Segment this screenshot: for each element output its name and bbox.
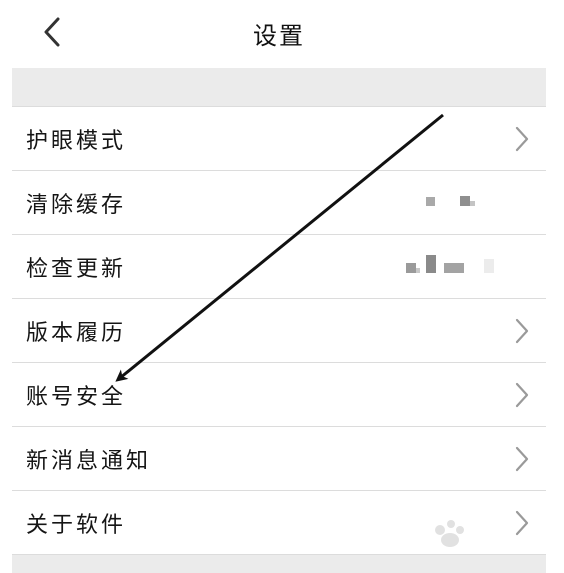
settings-item-new-message-notification[interactable]: 新消息通知 xyxy=(12,427,546,491)
settings-item-check-update[interactable]: 检查更新 xyxy=(12,235,546,299)
settings-item-label: 账号安全 xyxy=(26,385,127,410)
baidu-watermark-logo xyxy=(435,520,464,547)
settings-item-label: 护眼模式 xyxy=(26,129,127,154)
settings-item-clear-cache[interactable]: 清除缓存 xyxy=(12,171,546,235)
settings-screen: 设置 护眼模式 清除缓存 检查更新 版本履历 账号安全 新消息通知 关于软件 xyxy=(0,0,564,573)
chevron-right-icon xyxy=(515,446,529,472)
chevron-right-icon xyxy=(515,382,529,408)
obscured-cache-size xyxy=(426,196,475,206)
settings-item-label: 版本履历 xyxy=(26,321,127,346)
settings-item-label: 检查更新 xyxy=(26,257,127,282)
obscured-version-value xyxy=(406,255,494,273)
screen-margin-right xyxy=(546,0,564,573)
screen-margin-left xyxy=(0,0,12,573)
chevron-right-icon xyxy=(515,318,529,344)
settings-item-label: 新消息通知 xyxy=(26,449,152,474)
section-spacer xyxy=(12,68,546,107)
settings-item-version-history[interactable]: 版本履历 xyxy=(12,299,546,363)
page-title: 设置 xyxy=(253,22,305,50)
settings-item-account-security[interactable]: 账号安全 xyxy=(12,363,546,427)
settings-item-label: 关于软件 xyxy=(26,513,127,538)
chevron-right-icon xyxy=(515,126,529,152)
settings-list: 护眼模式 清除缓存 检查更新 版本履历 账号安全 新消息通知 关于软件 xyxy=(12,107,546,555)
bottom-spacer xyxy=(12,555,546,573)
settings-item-eye-protection[interactable]: 护眼模式 xyxy=(12,107,546,171)
header-bar: 设置 xyxy=(12,0,546,68)
settings-item-label: 清除缓存 xyxy=(26,193,127,218)
